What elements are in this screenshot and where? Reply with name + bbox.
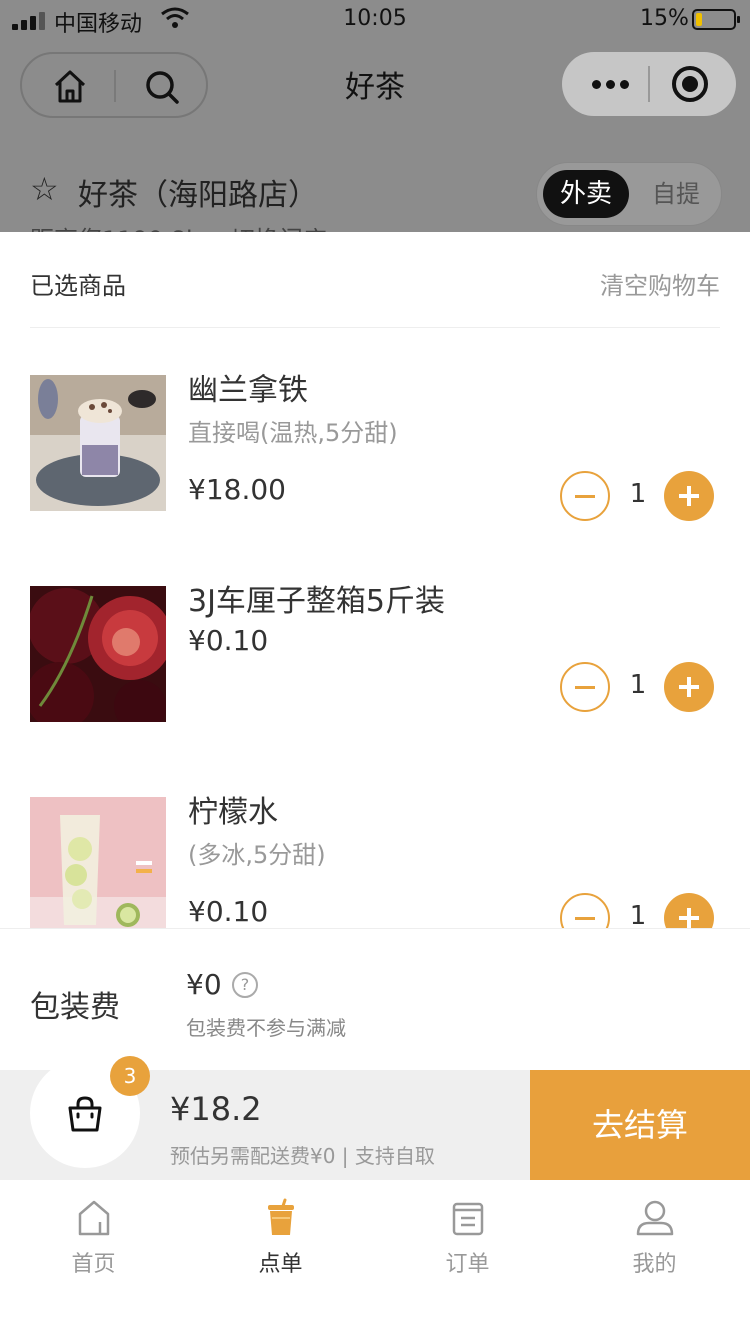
packing-fee-label: 包装费 — [30, 990, 120, 1025]
mini-program-capsule — [562, 52, 736, 116]
tab-label: 订单 — [445, 1252, 490, 1277]
clock: 10:05 — [343, 6, 407, 31]
product-price: ¥0.10 — [188, 895, 269, 928]
cart-item: 3J车厘子整箱5斤装 ¥0.10 1 — [30, 540, 720, 722]
mode-pickup[interactable]: 自提 — [633, 170, 719, 218]
product-image — [30, 797, 166, 928]
product-image — [30, 375, 166, 511]
cart-title: 已选商品 — [30, 272, 126, 300]
product-price: ¥18.00 — [188, 473, 286, 506]
cart-total: ¥18.2 — [170, 1090, 262, 1128]
tab-label: 我的 — [632, 1252, 677, 1277]
divider — [114, 70, 116, 102]
status-bar: 中国移动 10:05 15% — [0, 0, 750, 40]
decrease-button[interactable] — [560, 662, 610, 712]
background-overlay[interactable]: 中国移动 10:05 15% 好茶 ☆ 好茶（海阳路店） 距离您1190.8km… — [0, 0, 750, 254]
packing-fee-value: ¥0 — [186, 968, 222, 1001]
more-icon[interactable] — [586, 64, 634, 104]
tab-order-menu[interactable]: 点单 — [187, 1198, 374, 1298]
order-tab-icon — [374, 1198, 561, 1238]
packing-fee-row: 包装费 ¥0 ? 包装费不参与满减 — [30, 962, 720, 1042]
increase-button[interactable] — [664, 893, 714, 928]
quantity-value: 1 — [629, 670, 647, 700]
store-name: 好茶（海阳路店） — [78, 178, 318, 213]
battery-icon — [692, 9, 740, 30]
cart-item: 幽兰拿铁 直接喝(温热,5分甜) ¥18.00 1 — [30, 329, 720, 521]
delivery-fee-note: 预估另需配送费¥0 | 支持自取 — [170, 1144, 435, 1168]
quantity-stepper: 1 — [560, 662, 720, 714]
quantity-value: 1 — [629, 479, 647, 509]
search-icon[interactable] — [142, 67, 182, 107]
star-icon[interactable]: ☆ — [30, 170, 59, 208]
checkout-button[interactable]: 去结算 — [530, 1070, 750, 1180]
cart-header: 已选商品 清空购物车 — [30, 232, 720, 328]
product-price: ¥0.10 — [188, 624, 269, 657]
tab-orders[interactable]: 订单 — [374, 1198, 561, 1298]
clear-cart-button[interactable]: 清空购物车 — [600, 266, 720, 301]
decrease-button[interactable] — [560, 471, 610, 521]
quantity-stepper: 1 — [560, 471, 720, 523]
quantity-stepper: 1 — [560, 893, 720, 929]
packing-fee-note: 包装费不参与满减 — [186, 1016, 346, 1040]
cart-sheet: 已选商品 清空购物车 幽兰拿铁 直接喝(温热,5分甜) ¥18.00 1 3J车… — [0, 232, 750, 1070]
decrease-button[interactable] — [560, 893, 610, 928]
tab-profile[interactable]: 我的 — [561, 1198, 748, 1298]
tab-label: 首页 — [71, 1252, 116, 1277]
quantity-value: 1 — [629, 901, 647, 929]
product-spec: 直接喝(温热,5分甜) — [188, 419, 398, 447]
product-name: 3J车厘子整箱5斤装 — [188, 584, 446, 619]
cart-count-badge: 3 — [110, 1056, 150, 1096]
tab-home[interactable]: 首页 — [0, 1198, 187, 1298]
nav-capsule-left — [20, 52, 208, 118]
product-name: 柠檬水 — [188, 795, 278, 830]
help-icon[interactable]: ? — [232, 972, 258, 998]
shopping-bag-icon — [65, 1094, 105, 1134]
cup-tab-icon — [187, 1198, 374, 1238]
battery-percent: 15% — [640, 6, 689, 31]
mode-delivery[interactable]: 外卖 — [543, 170, 629, 218]
home-tab-icon — [0, 1198, 187, 1238]
profile-tab-icon — [561, 1198, 748, 1238]
home-icon[interactable] — [50, 67, 90, 107]
increase-button[interactable] — [664, 662, 714, 712]
divider — [648, 66, 650, 102]
product-name: 幽兰拿铁 — [188, 373, 308, 408]
cart-item: 柠檬水 (多冰,5分甜) ¥0.10 1 — [30, 751, 720, 929]
close-icon[interactable] — [672, 66, 708, 102]
store-header: ☆ 好茶（海阳路店） 距离您1190.8km 切换门店 › 外卖 自提 — [30, 162, 730, 254]
increase-button[interactable] — [664, 471, 714, 521]
cart-list[interactable]: 幽兰拿铁 直接喝(温热,5分甜) ¥18.00 1 3J车厘子整箱5斤装 ¥0.… — [0, 329, 750, 929]
tab-bar: 首页 点单 订单 我的 — [0, 1180, 750, 1334]
tab-label: 点单 — [258, 1252, 303, 1277]
product-image — [30, 586, 166, 722]
product-spec: (多冰,5分甜) — [188, 841, 326, 869]
delivery-mode-toggle: 外卖 自提 — [536, 162, 722, 226]
